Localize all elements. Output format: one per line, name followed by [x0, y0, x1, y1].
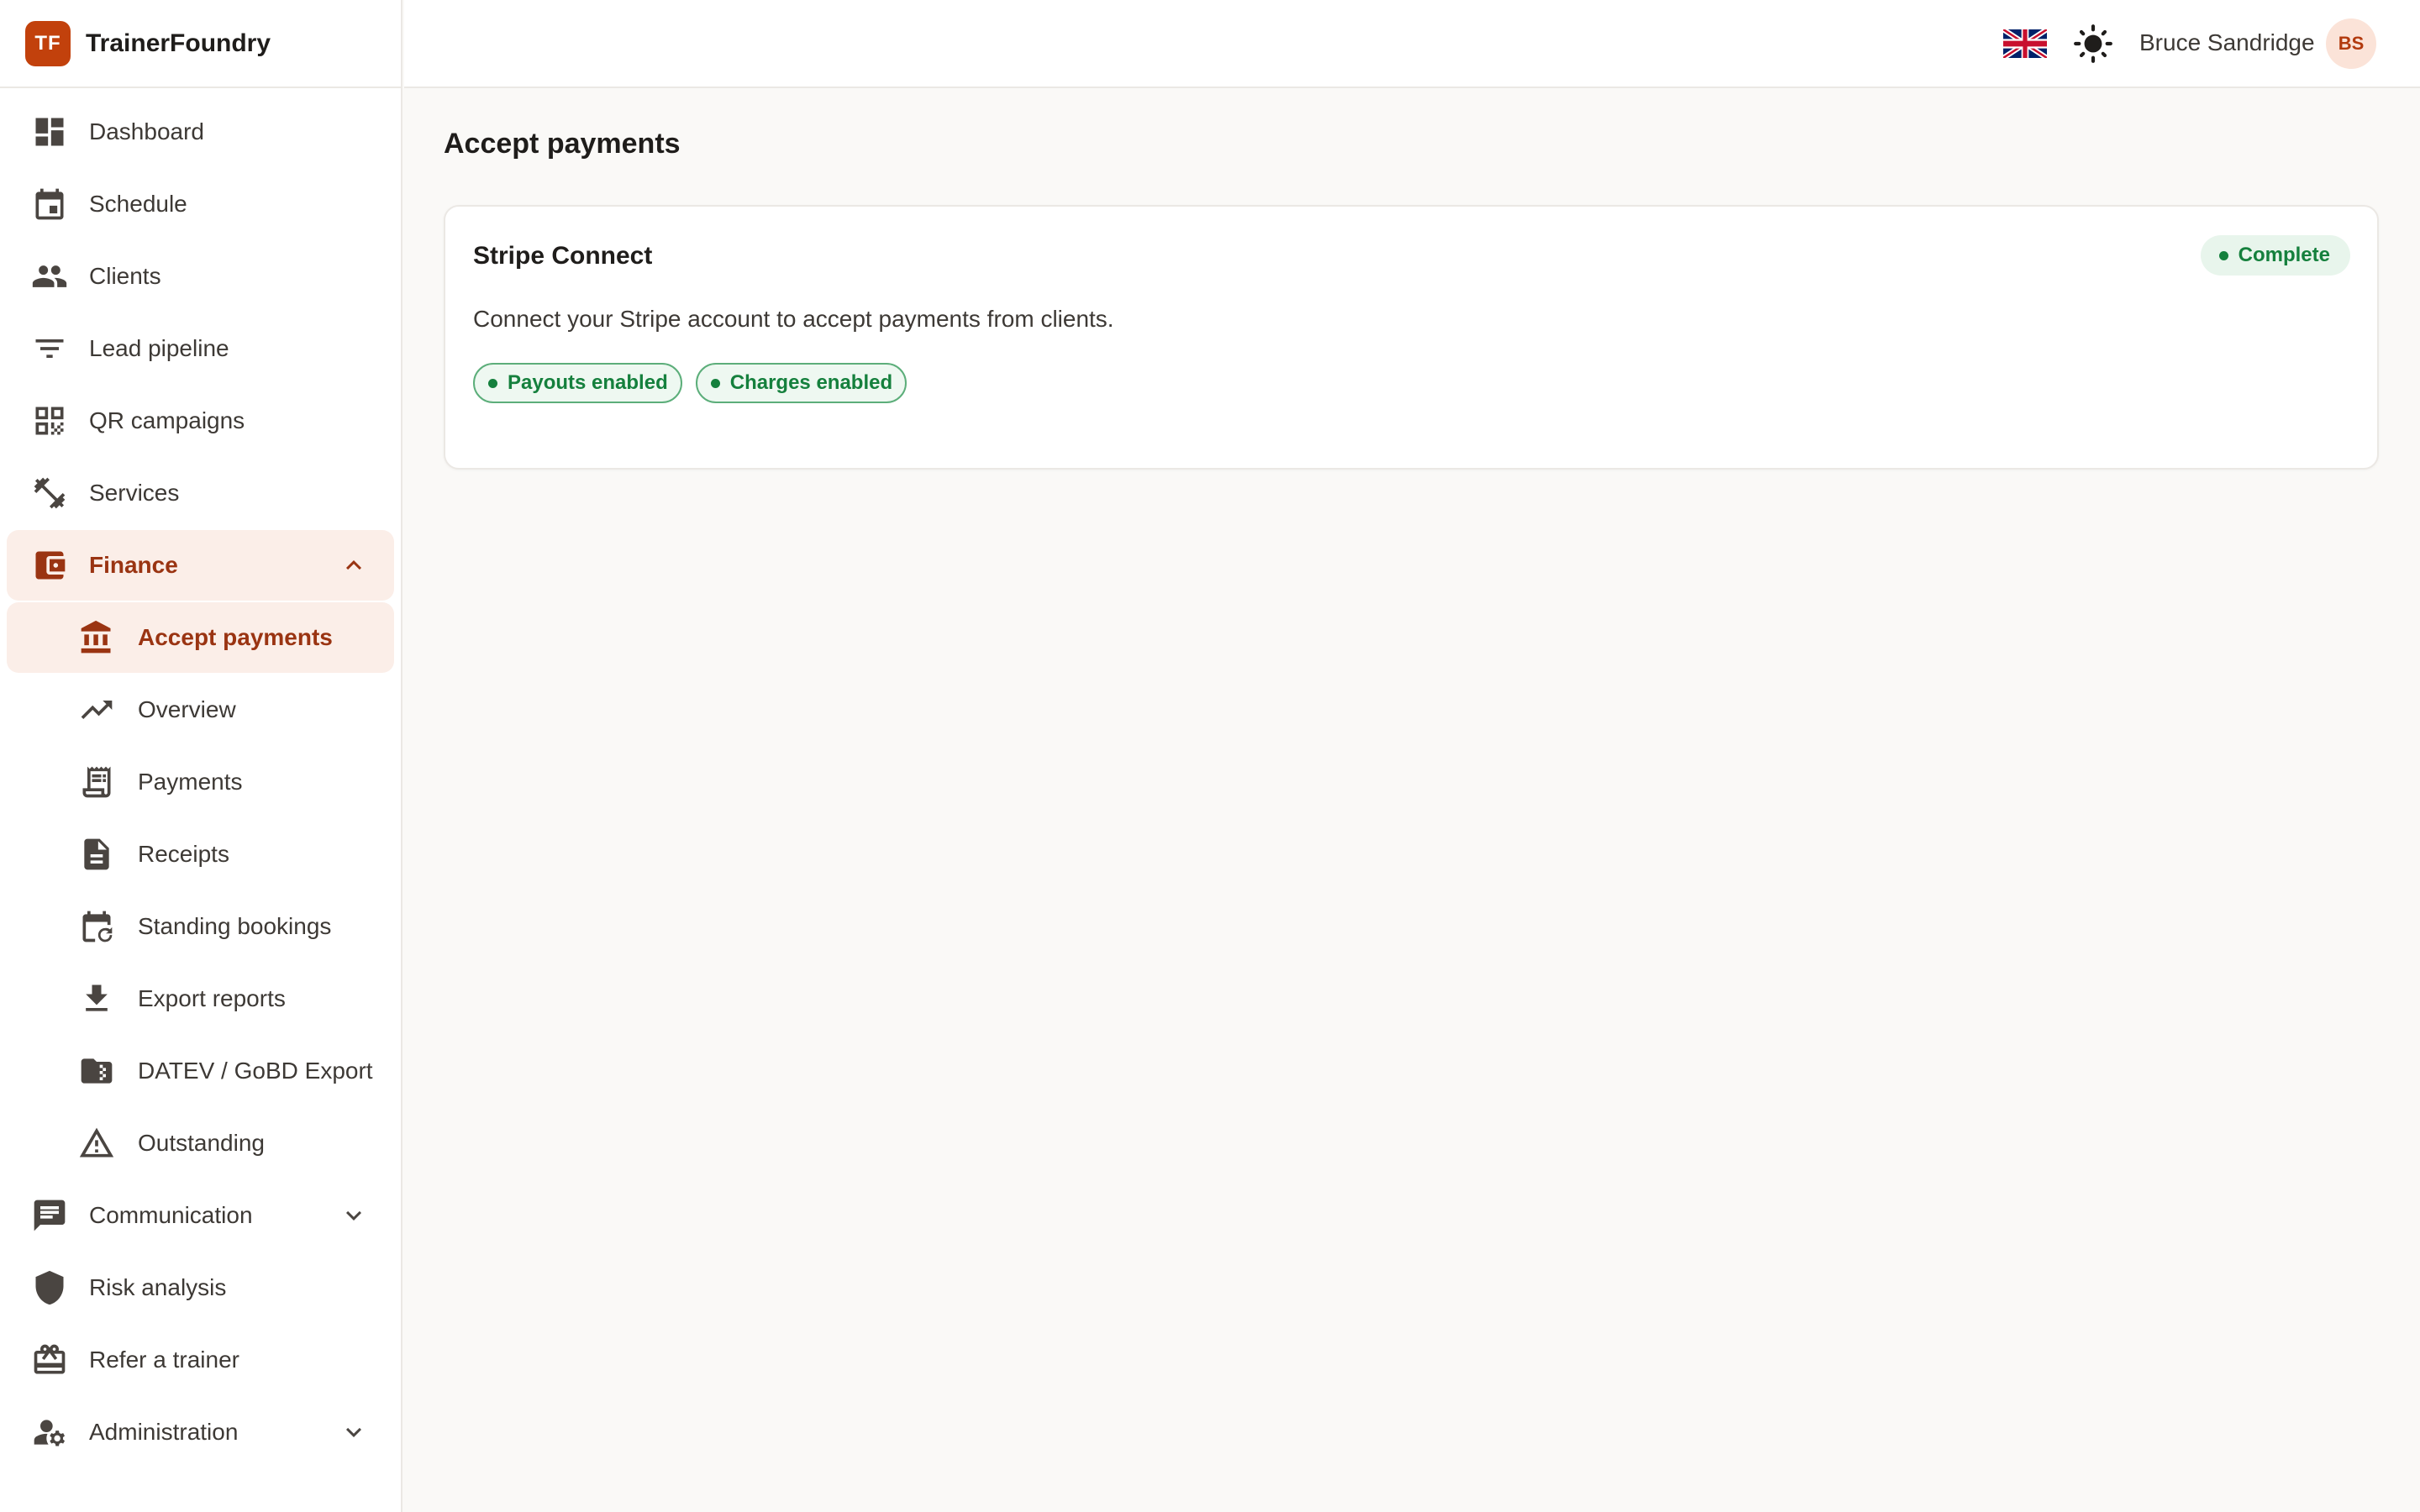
trending-up-icon [76, 690, 117, 730]
sidebar-item-label: Overview [138, 696, 236, 722]
sidebar-item-label: Lead pipeline [89, 335, 229, 361]
sidebar-item-label: Accept payments [138, 624, 333, 650]
sidebar-item-label: Schedule [89, 191, 187, 217]
sidebar-item-receipts[interactable]: Receipts [7, 819, 394, 890]
sidebar-item-label: QR campaigns [89, 407, 245, 433]
brand-logo: TF [25, 20, 71, 66]
sidebar-item-export-reports[interactable]: Export reports [7, 963, 394, 1034]
fitness-icon [29, 473, 70, 513]
page-title: Accept payments [444, 128, 681, 160]
payouts-enabled-badge: Payouts enabled [473, 363, 682, 403]
brand[interactable]: TF TrainerFoundry [0, 0, 401, 88]
sidebar-item-label: Dashboard [89, 118, 204, 144]
sidebar-item-label: Payments [138, 769, 243, 795]
dashboard-icon [29, 112, 70, 152]
calendar-icon [29, 184, 70, 224]
sidebar-item-label: Receipts [138, 841, 229, 867]
status-dot-icon [710, 378, 720, 388]
sidebar-item-communication[interactable]: Communication [7, 1180, 394, 1251]
sidebar-item-accept-payments[interactable]: Accept payments [7, 602, 394, 673]
sidebar-item-administration[interactable]: Administration [7, 1397, 394, 1467]
sidebar-item-overview[interactable]: Overview [7, 675, 394, 745]
warning-icon [76, 1123, 117, 1163]
sidebar-item-datev-export[interactable]: DATEV / GoBD Export [7, 1036, 394, 1106]
receipt-long-icon [76, 762, 117, 802]
download-icon [76, 979, 117, 1019]
sidebar-item-dashboard[interactable]: Dashboard [7, 97, 394, 167]
sidebar-item-outstanding[interactable]: Outstanding [7, 1108, 394, 1179]
card-description: Connect your Stripe account to accept pa… [473, 306, 1114, 332]
brand-name: TrainerFoundry [86, 29, 271, 57]
uk-flag-icon[interactable] [2002, 26, 2049, 61]
gift-icon [29, 1340, 70, 1380]
recurring-calendar-icon [76, 906, 117, 947]
sidebar-item-label: Outstanding [138, 1130, 265, 1156]
badge-label: Payouts enabled [508, 371, 668, 394]
sidebar-item-label: Finance [89, 552, 178, 578]
sidebar-item-risk-analysis[interactable]: Risk analysis [7, 1252, 394, 1323]
charges-enabled-badge: Charges enabled [695, 363, 908, 403]
capability-badges: Payouts enabled Charges enabled [473, 363, 920, 403]
status-badge: Complete [2200, 235, 2350, 276]
document-icon [76, 834, 117, 874]
card-title: Stripe Connect [473, 242, 653, 270]
sidebar-item-label: Administration [89, 1419, 239, 1445]
sidebar-item-label: Communication [89, 1202, 253, 1228]
status-dot-icon [488, 378, 497, 388]
sidebar-item-label: Export reports [138, 985, 286, 1011]
sidebar-item-label: DATEV / GoBD Export [138, 1058, 373, 1084]
sidebar-item-label: Services [89, 480, 180, 506]
chevron-down-icon[interactable] [339, 1200, 369, 1231]
sidebar-item-label: Refer a trainer [89, 1347, 239, 1373]
sidebar-item-standing-bookings[interactable]: Standing bookings [7, 891, 394, 962]
bank-icon [76, 617, 117, 658]
badge-label: Charges enabled [729, 371, 893, 394]
chevron-down-icon[interactable] [339, 1417, 369, 1447]
sidebar-item-label: Standing bookings [138, 913, 332, 939]
sidebar-item-lead-pipeline[interactable]: Lead pipeline [7, 313, 394, 384]
sidebar-item-payments[interactable]: Payments [7, 747, 394, 817]
chevron-up-icon[interactable] [339, 550, 369, 580]
archive-folder-icon [76, 1051, 117, 1091]
people-icon [29, 256, 70, 297]
chat-icon [29, 1195, 70, 1236]
sidebar-item-qr-campaigns[interactable]: QR campaigns [7, 386, 394, 456]
manage-accounts-icon [29, 1412, 70, 1452]
status-label: Complete [2238, 244, 2330, 266]
sidebar-item-label: Risk analysis [89, 1274, 227, 1300]
status-dot-icon [2218, 250, 2228, 260]
wallet-icon [29, 545, 70, 585]
shield-icon [29, 1268, 70, 1308]
stripe-connect-card: Stripe Connect Complete Connect your Str… [444, 205, 2379, 470]
top-bar: Bruce Sandridge BS [404, 0, 2420, 88]
sidebar-item-services[interactable]: Services [7, 458, 394, 528]
sidebar-item-schedule[interactable]: Schedule [7, 169, 394, 239]
filter-icon [29, 328, 70, 369]
avatar[interactable]: BS [2326, 18, 2376, 69]
sidebar-item-refer-a-trainer[interactable]: Refer a trainer [7, 1325, 394, 1395]
qr-code-icon [29, 401, 70, 441]
sidebar-item-clients[interactable]: Clients [7, 241, 394, 312]
user-name[interactable]: Bruce Sandridge [2139, 29, 2315, 56]
sidebar-nav: Dashboard Schedule Clients Lead pipeline [0, 88, 401, 1467]
sun-icon[interactable] [2072, 23, 2114, 65]
sidebar-item-label: Clients [89, 263, 161, 289]
sidebar: TF TrainerFoundry Dashboard Schedule Cli… [0, 0, 402, 1512]
sidebar-item-finance[interactable]: Finance [7, 530, 394, 601]
